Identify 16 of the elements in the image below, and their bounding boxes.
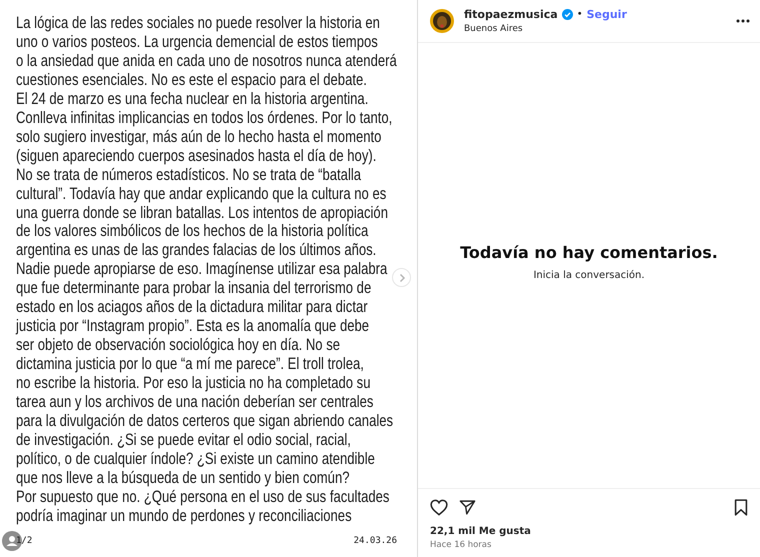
- page-indicator: 1/2: [16, 536, 32, 546]
- avatar[interactable]: [430, 9, 454, 33]
- empty-subtitle: Inicia la conversación.: [533, 270, 645, 280]
- location[interactable]: Buenos Aires: [464, 24, 627, 34]
- likes-count[interactable]: 22,1 mil Me gusta: [430, 526, 748, 537]
- post-text: La lógica de las redes sociales no puede resolver la historia en uno o varios posteos. La urgencia demencial de estos tiempos o la ansiedad que anida en cada uno de nosotros nunca atenderá cuestiones esenciales. No es este el espacio para el debate. El 24 de marzo es una fecha nuclear en la historia argentina. Conlleva infinitas implicancias en todos los órdenes. Por lo tanto, solo sugiero investigar, más aún de lo hecho hasta el momento (siguen apareciendo cuerpos asesinados hasta el día de hoy). No se trata de números estadísticos. No se trata de “batalla cultural”. Todavía hay que andar explicando que la cultura no es una guerra donde se libran batallas. Los intentos de apropiación de los valores simbólicos de los hechos de la historia política argentina es unas de las grandes falacias de los últimos años. Nadie puede apropiarse de eso. Imagínense utilizar esa palabra que fue determinante para probar la insania del terrorismo de estado en los aciagos años de la dictadura militar para dictar justicia por “Instagram propio”. Esta es la anomalía que debe ser objeto de observación sociológica hoy en día. No se dictamina justicia por lo que “a mí me parece”. El troll trolea, no escribe la historia. Por eso la justicia no ha completado su tarea aun y los archivos de una nación deberían ser centrales para la divulgación de datos certeros que sigan abriendo canales de investigación. ¿Si se puede evitar el odio social, racial, político, o de cualquier índole? ¿Si existe un camino atendible que nos lleve a la búsqueda de un sentido y bien común? Por supuesto que no. ¿Qué persona en el uso de sus facultades podría imaginar un mundo de perdones y reconciliaciones: [16, 14, 397, 526]
- heart-icon[interactable]: [430, 499, 448, 516]
- more-options-icon[interactable]: [736, 19, 750, 23]
- bookmark-icon[interactable]: [734, 499, 748, 516]
- follow-link[interactable]: Seguir: [586, 8, 627, 21]
- empty-title: Todavía no hay comentarios.: [460, 242, 718, 262]
- separator: •: [576, 9, 583, 20]
- post-time[interactable]: Hace 16 horas: [430, 540, 748, 550]
- username[interactable]: fitopaezmusica: [464, 8, 558, 21]
- post-date: 24.03.26: [354, 536, 397, 546]
- send-icon[interactable]: [459, 499, 476, 516]
